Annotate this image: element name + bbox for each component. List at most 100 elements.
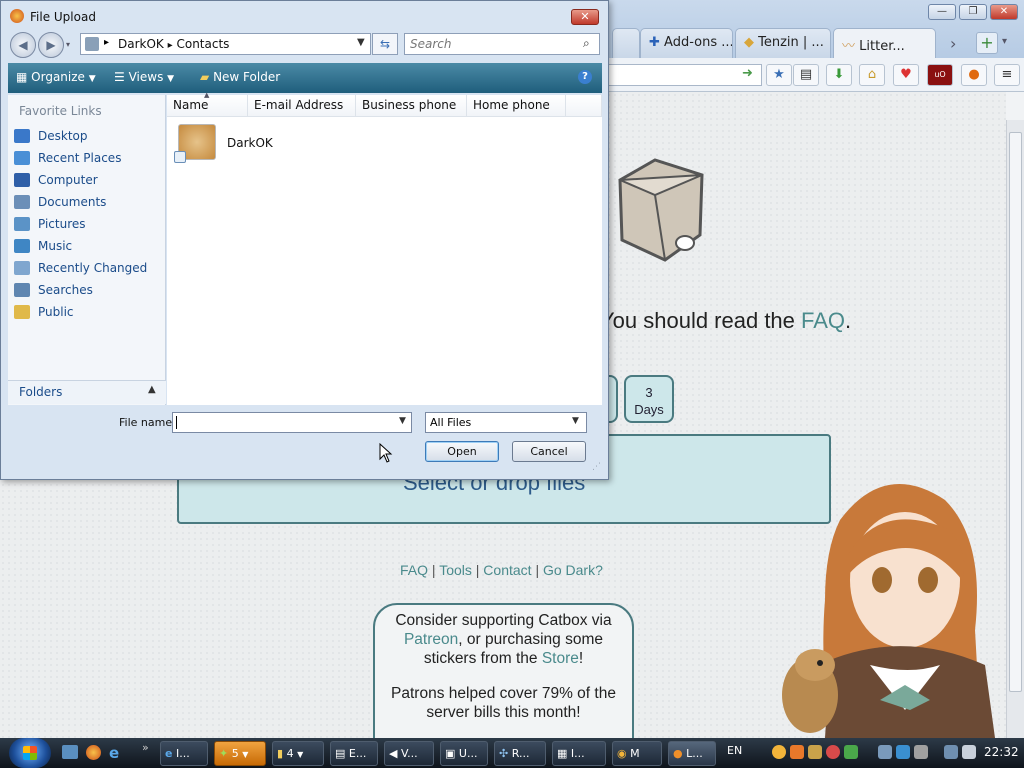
taskbar-button-i[interactable]: ▦ I...	[552, 741, 606, 766]
new-tab-button[interactable]: +	[976, 32, 998, 54]
quicklaunch-overflow-icon[interactable]: »	[142, 741, 149, 754]
taskbar-button-group-4[interactable]: ▮ 4 ▼	[272, 741, 324, 766]
footer-contact-link[interactable]: Contact	[483, 562, 531, 578]
footer-faq-link[interactable]: FAQ	[400, 562, 428, 578]
faq-notice: You should read the FAQ.	[600, 308, 851, 334]
start-button[interactable]	[9, 738, 51, 768]
contact-avatar[interactable]	[174, 124, 216, 163]
network-icon[interactable]	[944, 745, 958, 759]
breadcrumb-darkok[interactable]: DarkOK	[118, 37, 164, 51]
taskbar-button-u[interactable]: ▣ U...	[440, 741, 488, 766]
folders-toggle[interactable]: Folders ▲	[8, 380, 166, 404]
page-scrollbar[interactable]	[1006, 120, 1024, 738]
menu-icon[interactable]: ≡	[994, 64, 1020, 86]
favorite-computer[interactable]: Computer	[38, 173, 98, 187]
search-icon[interactable]: ⌕	[583, 36, 590, 51]
patreon-link[interactable]: Patreon	[404, 631, 458, 648]
ublock-icon[interactable]: uO	[927, 64, 953, 86]
organize-button[interactable]: ▦ Organize ▼	[16, 70, 96, 84]
tab-addons[interactable]: ✚ Add-ons ...	[640, 28, 733, 58]
tray-device-icon[interactable]	[914, 745, 928, 759]
tray-m-icon[interactable]	[772, 745, 786, 759]
tab-list-icon[interactable]: ▾	[1002, 36, 1007, 47]
dialog-close-button[interactable]: ✕	[571, 9, 599, 25]
tray-error-icon[interactable]	[826, 745, 840, 759]
column-header-home-phone[interactable]: Home phone	[467, 95, 566, 117]
ie-quicklaunch-icon[interactable]: e	[109, 744, 119, 762]
taskbar-button-group-5[interactable]: ✦ 5 ▼	[214, 741, 266, 766]
contacts-folder-icon	[85, 37, 99, 51]
forward-button[interactable]: ▶	[38, 32, 64, 58]
taskbar-button-m[interactable]: ◉ M	[612, 741, 662, 766]
tab-scroll-right-button[interactable]: ›	[950, 34, 956, 53]
tab-partial[interactable]	[612, 28, 640, 58]
pocket-icon[interactable]: ♥	[893, 64, 919, 86]
taskbar-button-r[interactable]: ✣ R...	[494, 741, 546, 766]
reading-list-icon[interactable]: ▤	[793, 64, 819, 86]
tab-tenzin[interactable]: ◆ Tenzin | ...	[735, 28, 831, 58]
breadcrumb-separator[interactable]: ▸	[104, 37, 109, 48]
taskbar-button-firefox[interactable]: ● L...	[668, 741, 716, 766]
minimize-button[interactable]: —	[928, 4, 956, 20]
new-folder-button[interactable]: ▰ New Folder	[200, 70, 280, 84]
address-dropdown-icon[interactable]: ▼	[357, 37, 365, 48]
clock[interactable]: 22:32	[984, 745, 1019, 759]
tray-shield-icon[interactable]	[896, 745, 910, 759]
favorite-documents[interactable]: Documents	[38, 195, 106, 209]
help-icon[interactable]: ?	[578, 70, 592, 84]
recent-pages-chevron-icon[interactable]: ▾	[66, 40, 70, 49]
file-name-input[interactable]: ▼	[172, 412, 412, 433]
url-bar[interactable]: ➜	[590, 64, 762, 86]
taskbar-button-ie[interactable]: e I...	[160, 741, 208, 766]
breadcrumb-contacts[interactable]: Contacts	[176, 37, 229, 51]
refresh-button[interactable]: ⇆	[372, 33, 398, 55]
contact-item-darkok[interactable]: DarkOK	[227, 136, 273, 150]
search-input[interactable]: Search ⌕	[404, 33, 600, 55]
file-type-select[interactable]: All Files ▼	[425, 412, 587, 433]
browser-close-button[interactable]: ✕	[990, 4, 1018, 20]
taskbar-button-v[interactable]: ◀ V...	[384, 741, 434, 766]
go-arrow-icon[interactable]: ➜	[742, 66, 753, 81]
tab-litter[interactable]: 〰 Litter...	[833, 28, 936, 58]
open-button[interactable]: Open	[425, 441, 499, 462]
column-header-email[interactable]: E-mail Address	[248, 95, 356, 117]
store-link[interactable]: Store	[542, 650, 579, 667]
favorite-music[interactable]: Music	[38, 239, 72, 253]
file-name-dropdown-icon[interactable]: ▼	[399, 416, 406, 426]
firefox-icon[interactable]: ●	[961, 64, 987, 86]
language-indicator[interactable]: EN	[727, 744, 742, 757]
support-line-2-text: , or purchasing some	[458, 631, 604, 648]
views-button[interactable]: ☰ Views ▼	[114, 70, 174, 84]
favorite-desktop[interactable]: Desktop	[38, 129, 88, 143]
download-icon[interactable]: ⬇	[826, 64, 852, 86]
taskbar-label: 4	[286, 747, 294, 760]
cancel-button[interactable]: Cancel	[512, 441, 586, 462]
duration-3-days-button[interactable]: 3 Days	[624, 375, 674, 423]
footer-tools-link[interactable]: Tools	[439, 562, 472, 578]
tray-java-icon[interactable]	[808, 745, 822, 759]
resize-grip-icon[interactable]: ⋰	[592, 462, 601, 472]
home-icon[interactable]: ⌂	[859, 64, 885, 86]
faq-link[interactable]: FAQ	[801, 308, 845, 333]
favorite-pictures[interactable]: Pictures	[38, 217, 86, 231]
tray-monitor-icon[interactable]	[878, 745, 892, 759]
column-header-business-phone[interactable]: Business phone	[356, 95, 467, 117]
maximize-button[interactable]: ❐	[959, 4, 987, 20]
bookmark-star-icon[interactable]: ★	[766, 64, 792, 86]
taskbar-button-e[interactable]: ▤ E...	[330, 741, 378, 766]
tray-user-icon[interactable]	[844, 745, 858, 759]
favorite-recently-changed[interactable]: Recently Changed	[38, 261, 147, 275]
taskbar-label: L...	[686, 747, 703, 760]
computer-icon	[14, 173, 30, 187]
back-button[interactable]: ◀	[10, 32, 36, 58]
favorite-searches[interactable]: Searches	[38, 283, 93, 297]
show-desktop-icon[interactable]	[62, 745, 78, 759]
footer-go-dark-link[interactable]: Go Dark?	[543, 562, 603, 578]
recently-changed-icon	[14, 261, 30, 275]
firefox-quicklaunch-icon[interactable]	[86, 745, 101, 760]
volume-icon[interactable]	[962, 745, 976, 759]
favorite-recent-places[interactable]: Recent Places	[38, 151, 121, 165]
favorite-public[interactable]: Public	[38, 305, 74, 319]
tray-orange-icon[interactable]	[790, 745, 804, 759]
music-icon	[14, 239, 30, 253]
